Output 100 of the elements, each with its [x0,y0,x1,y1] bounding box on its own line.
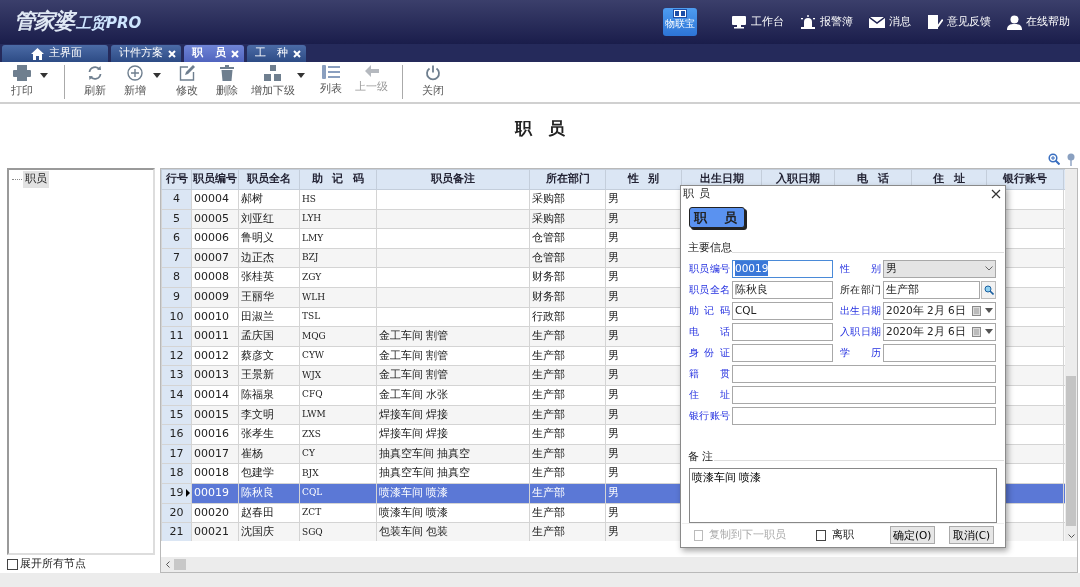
checkbox-label: 复制到下一职员 [709,527,787,544]
table-cell: 生产部 [529,365,606,386]
row-number[interactable]: 15 [161,405,192,425]
tab[interactable]: 职 员 [184,45,244,62]
table-cell: 喷漆车间 喷漆 [376,483,530,503]
tab[interactable]: 计件方案 [111,45,181,62]
input-field[interactable] [732,343,833,362]
row-number[interactable]: 5 [161,209,192,229]
input-field[interactable] [883,343,996,362]
hierarchy-icon [264,65,282,81]
table-cell: 财务部 [529,267,606,288]
input-field[interactable] [732,385,996,404]
column-header[interactable]: 银行账号 [986,169,1064,190]
row-number[interactable]: 9 [161,287,192,308]
field-label: 籍 贯 [689,367,730,381]
table-cell: 陈秋良 [238,483,300,503]
search-button[interactable] [981,280,996,299]
table-cell: 崔杨 [238,444,300,464]
input-field[interactable]: 00019 [732,259,833,278]
input-field[interactable] [732,364,996,383]
toolbar-button[interactable]: 增加下级 [247,62,299,100]
row-number[interactable]: 13 [161,365,192,386]
row-number[interactable]: 8 [161,267,192,288]
table-cell: 00013 [191,365,239,386]
notes-field[interactable]: 喷漆车间 喷漆 [689,468,997,523]
nav-link[interactable]: 在线帮助 [1007,13,1070,31]
nav-link[interactable]: 报警簿 [800,13,853,31]
nav-link[interactable]: 消息 [869,13,911,31]
field-label: 学 历 [840,346,881,360]
row-number[interactable]: 19 [161,483,192,503]
row-number[interactable]: 11 [161,326,192,347]
toolbar-button[interactable]: 删除 [207,62,247,100]
table-cell: 生产部 [529,463,606,484]
input-field[interactable]: 生产部 [883,280,980,299]
row-number[interactable]: 6 [161,228,192,249]
chevron-down-icon [1067,534,1075,539]
row-number[interactable]: 7 [161,248,192,268]
table-cell: 张桂英 [238,267,300,288]
tab[interactable]: 主界面 [2,45,108,62]
toolbar-button[interactable]: 修改 [167,62,207,100]
tab[interactable]: 工 种 [246,45,307,62]
column-header[interactable]: 职员全名 [238,169,300,190]
select-field[interactable]: 男 [883,259,996,278]
date-field[interactable]: 2020年 2月 6日 [883,322,996,341]
nav-link[interactable]: 意见反馈 [927,13,991,31]
chevron-left-icon [165,561,170,568]
toolbar-button[interactable]: 刷新 [75,62,115,100]
checkbox[interactable] [816,529,826,541]
column-header[interactable]: 职员编号 [191,169,239,190]
table-cell: 仓管部 [529,248,606,268]
table-cell: 喷漆车间 喷漆 [376,503,530,523]
caret-icon [297,72,305,78]
table-cell: 生产部 [529,444,606,464]
toolbar-button[interactable]: 关闭 [413,62,453,100]
vertical-scrollbar[interactable] [1065,169,1077,541]
table-cell: HS [299,189,377,210]
column-header[interactable]: 职员备注 [376,169,530,190]
scrollbar-thumb[interactable] [1066,376,1076,526]
close-button[interactable] [991,189,1001,200]
table-cell: 00017 [191,444,239,464]
column-header[interactable]: 行号 [161,169,192,190]
row-number[interactable]: 18 [161,463,192,484]
row-number[interactable]: 20 [161,503,192,523]
table-cell: 包装车间 包装 [376,522,530,541]
app-button[interactable]: 物联宝 [663,8,697,36]
row-number[interactable]: 10 [161,307,192,327]
table-cell: MQG [299,326,377,347]
row-number[interactable]: 14 [161,385,192,406]
toolbar-button[interactable]: 列表 [311,62,351,98]
table-cell: BZJ [299,248,377,268]
nav-link[interactable]: 工作台 [731,13,784,31]
table-cell: 生产部 [529,503,606,523]
row-number[interactable]: 12 [161,346,192,366]
input-field[interactable]: CQL [732,301,833,320]
row-number[interactable]: 17 [161,444,192,464]
dialog-button[interactable]: 取消(C) [948,526,994,545]
toolbar-button[interactable]: 新增 [115,62,155,100]
checkbox[interactable] [7,558,18,570]
user-icon [1007,14,1022,30]
table-cell: SGQ [299,522,377,541]
column-header[interactable]: 所在部门 [529,169,606,190]
table-cell: 沈国庆 [238,522,300,541]
table-cell: 00007 [191,248,239,268]
table-cell: 金工车间 割管 [376,365,530,386]
scrollbar-thumb[interactable] [174,559,186,570]
row-number[interactable]: 16 [161,424,192,445]
tree-node[interactable]: 职员 [23,171,49,188]
row-number[interactable]: 4 [161,189,192,210]
dialog-button[interactable]: 确定(O) [889,526,935,545]
date-field[interactable]: 2020年 2月 6日 [883,301,996,320]
column-header[interactable]: 性 别 [605,169,682,190]
column-header[interactable]: 助 记 码 [299,169,377,190]
table-cell: CY [299,444,377,464]
input-field[interactable] [732,406,996,425]
row-pointer-icon [186,488,190,497]
table-cell: 王景新 [238,365,300,386]
input-field[interactable] [732,322,833,341]
toolbar-button[interactable]: 打印 [2,62,42,100]
horizontal-scrollbar[interactable] [161,557,1077,572]
input-field[interactable]: 陈秋良 [732,280,833,299]
